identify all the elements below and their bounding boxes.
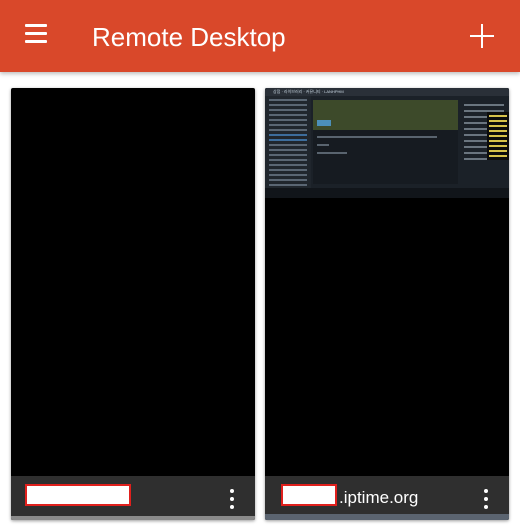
connection-name: .iptime.org — [339, 488, 419, 507]
redacted-connection-name — [281, 484, 337, 506]
more-options-icon[interactable] — [481, 488, 491, 510]
desktop-thumbnail: 상점 · 라이브러리 · 커뮤니티 · LANHPHM — [265, 88, 509, 198]
app-title: Remote Desktop — [92, 22, 286, 52]
more-options-icon[interactable] — [227, 488, 237, 510]
connection-card[interactable] — [11, 88, 255, 520]
connection-card-footer — [11, 476, 255, 520]
thumbnail-nav: 상점 · 라이브러리 · 커뮤니티 · LANHPHM — [273, 89, 344, 94]
add-connection-button[interactable] — [466, 20, 498, 52]
redacted-connection-name — [25, 484, 131, 506]
hamburger-menu-icon[interactable] — [22, 22, 52, 48]
connection-card[interactable]: 상점 · 라이브러리 · 커뮤니티 · LANHPHM .iptime.org — [265, 88, 509, 520]
thumbnail-taskbar — [265, 514, 509, 520]
app-bar: Remote Desktop — [0, 0, 520, 72]
